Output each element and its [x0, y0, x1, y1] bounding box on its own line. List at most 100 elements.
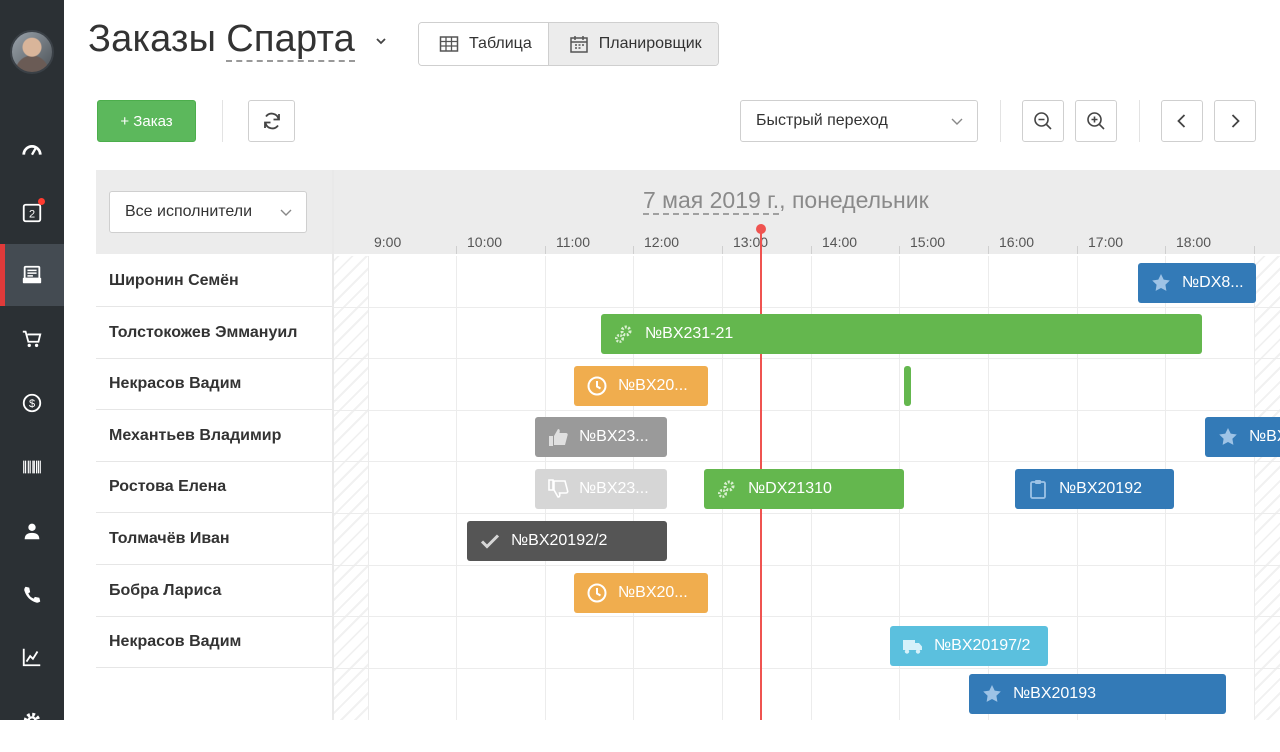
prev-day-button[interactable]	[1161, 100, 1203, 142]
hour-label: 14:00	[822, 234, 858, 250]
date-picker[interactable]: 7 мая 2019 г.	[643, 187, 780, 215]
refresh-button[interactable]	[248, 100, 295, 142]
executor-filter-select[interactable]: Все исполнители	[109, 191, 307, 233]
grid-column-line	[456, 256, 457, 720]
hour-tick	[1165, 246, 1166, 254]
order-number: №DX8...	[1182, 274, 1244, 291]
hour-tick	[1254, 246, 1255, 254]
hour-tick	[722, 246, 723, 254]
current-time-marker	[756, 224, 766, 234]
non-working-hours	[334, 256, 368, 720]
weekday: , понедельник	[779, 187, 929, 213]
sidebar-item-settings[interactable]	[0, 690, 64, 752]
hour-tick	[811, 246, 812, 254]
order-bar[interactable]: №BX23...	[535, 469, 667, 509]
order-number: №DX21310	[748, 480, 832, 497]
order-bar[interactable]: №BX20...	[574, 573, 708, 613]
phone-icon	[24, 586, 41, 603]
hour-tick	[1077, 246, 1078, 254]
order-bar[interactable]: №BX20192	[1015, 469, 1174, 509]
sidebar-item-finance[interactable]: $	[0, 372, 64, 434]
order-bar[interactable]: №BX20197/2	[890, 626, 1048, 666]
user-icon	[24, 523, 40, 540]
zoom-in-icon	[1087, 112, 1105, 130]
star-icon	[983, 685, 1001, 702]
sidebar-item-reports[interactable]	[0, 626, 64, 688]
sidebar-item-orders[interactable]	[0, 244, 64, 306]
clock-icon	[587, 583, 607, 603]
tab-planner[interactable]: Планировщик	[547, 23, 718, 65]
executor-name[interactable]: Некрасов Вадим	[96, 359, 332, 411]
thumbs-up-icon	[549, 429, 568, 446]
executor-name[interactable]: Толстокожев Эммануил	[96, 308, 332, 359]
next-day-button[interactable]	[1214, 100, 1256, 142]
company-selector[interactable]: Спарта	[226, 18, 355, 62]
executor-name[interactable]: Толмачёв Иван	[96, 514, 332, 565]
toolbar-divider	[1000, 100, 1001, 142]
non-working-hours	[1254, 256, 1280, 720]
order-number: №BX23...	[579, 428, 649, 445]
executor-name[interactable]: Широнин Семён	[96, 256, 332, 307]
grid-row-line	[334, 358, 1280, 359]
order-bar[interactable]	[904, 366, 911, 406]
sidebar-item-users[interactable]	[0, 500, 64, 562]
avatar[interactable]	[10, 30, 54, 74]
tab-planner-label: Планировщик	[598, 35, 702, 52]
order-number: №BX20...	[618, 377, 688, 394]
zoom-in-button[interactable]	[1075, 100, 1117, 142]
hour-label: 16:00	[999, 234, 1035, 250]
zoom-out-button[interactable]	[1022, 100, 1064, 142]
executors-list: Широнин Семён Толстокожев Эммануил Некрасо…	[96, 256, 332, 720]
order-bar[interactable]: №BX20193	[969, 674, 1226, 714]
sidebar-item-cart[interactable]	[0, 308, 64, 370]
grid-row-line	[334, 668, 1280, 669]
sidebar: 2 $	[0, 0, 64, 730]
add-order-button[interactable]: + Заказ	[97, 100, 196, 142]
order-number: №BX23...	[579, 480, 649, 497]
hour-label: 10:00	[467, 234, 503, 250]
dollar-icon: $	[22, 393, 42, 413]
hour-tick	[899, 246, 900, 254]
hour-label: 15:00	[910, 234, 946, 250]
order-bar[interactable]: №DX8...	[1138, 263, 1256, 303]
tab-table[interactable]: Таблица	[419, 23, 548, 65]
toolbar-divider	[222, 100, 223, 142]
executor-name[interactable]: Бобра Лариса	[96, 566, 332, 617]
order-bar[interactable]: №BX20192/2	[467, 521, 667, 561]
order-number: №BX	[1249, 428, 1280, 445]
chevron-left-icon	[1177, 114, 1186, 128]
sidebar-item-dashboard[interactable]	[0, 120, 64, 182]
clipboard-icon	[1030, 480, 1046, 499]
tab-table-label: Таблица	[469, 35, 532, 52]
quick-jump-select[interactable]: Быстрый переход	[740, 100, 978, 142]
scheduler-date: 7 мая 2019 г., понедельник	[643, 187, 929, 215]
barcode-icon	[23, 460, 41, 474]
check-icon	[480, 534, 500, 549]
zoom-out-icon	[1034, 112, 1052, 130]
gears-icon	[717, 480, 735, 499]
notification-dot	[38, 198, 45, 205]
sidebar-item-barcode[interactable]	[0, 436, 64, 498]
sidebar-item-calls[interactable]	[0, 564, 64, 626]
chevron-down-icon[interactable]	[376, 36, 386, 46]
hour-tick	[545, 246, 546, 254]
hour-tick	[456, 246, 457, 254]
order-number: №BX20...	[618, 584, 688, 601]
order-number: №BX20192	[1059, 480, 1142, 497]
executor-name[interactable]: Ростова Елена	[96, 462, 332, 514]
executor-name[interactable]: Механтьев Владимир	[96, 411, 332, 462]
thumbs-down-icon	[548, 479, 569, 498]
order-bar[interactable]: №BX231-21	[601, 314, 1202, 354]
view-switcher: Таблица Планировщик	[418, 22, 719, 66]
sidebar-item-tasks[interactable]: 2	[0, 182, 64, 244]
order-bar[interactable]: №DX21310	[704, 469, 904, 509]
order-bar[interactable]: №BX	[1205, 417, 1280, 457]
grid-row-line	[334, 461, 1280, 462]
grid-column-line	[368, 256, 369, 720]
tasks-badge-count: 2	[29, 209, 35, 221]
executor-name[interactable]: Некрасов Вадим	[96, 617, 332, 669]
order-bar[interactable]: №BX23...	[535, 417, 667, 457]
order-bar[interactable]: №BX20...	[574, 366, 708, 406]
chart-icon	[22, 648, 41, 667]
hour-label: 9:00	[374, 234, 402, 250]
